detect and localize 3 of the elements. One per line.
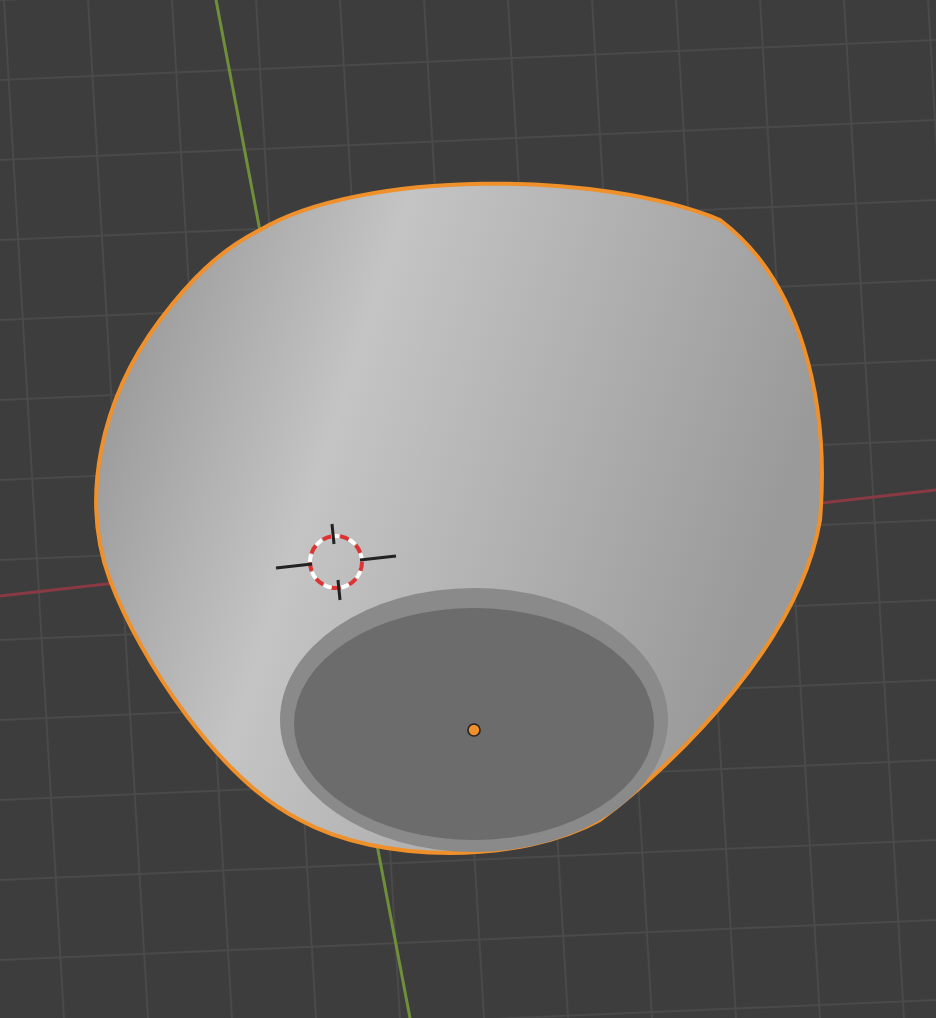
- origin-dot: [467, 723, 481, 737]
- bowl-drawing[interactable]: [94, 181, 824, 855]
- 3d-cursor-icon[interactable]: [275, 523, 397, 601]
